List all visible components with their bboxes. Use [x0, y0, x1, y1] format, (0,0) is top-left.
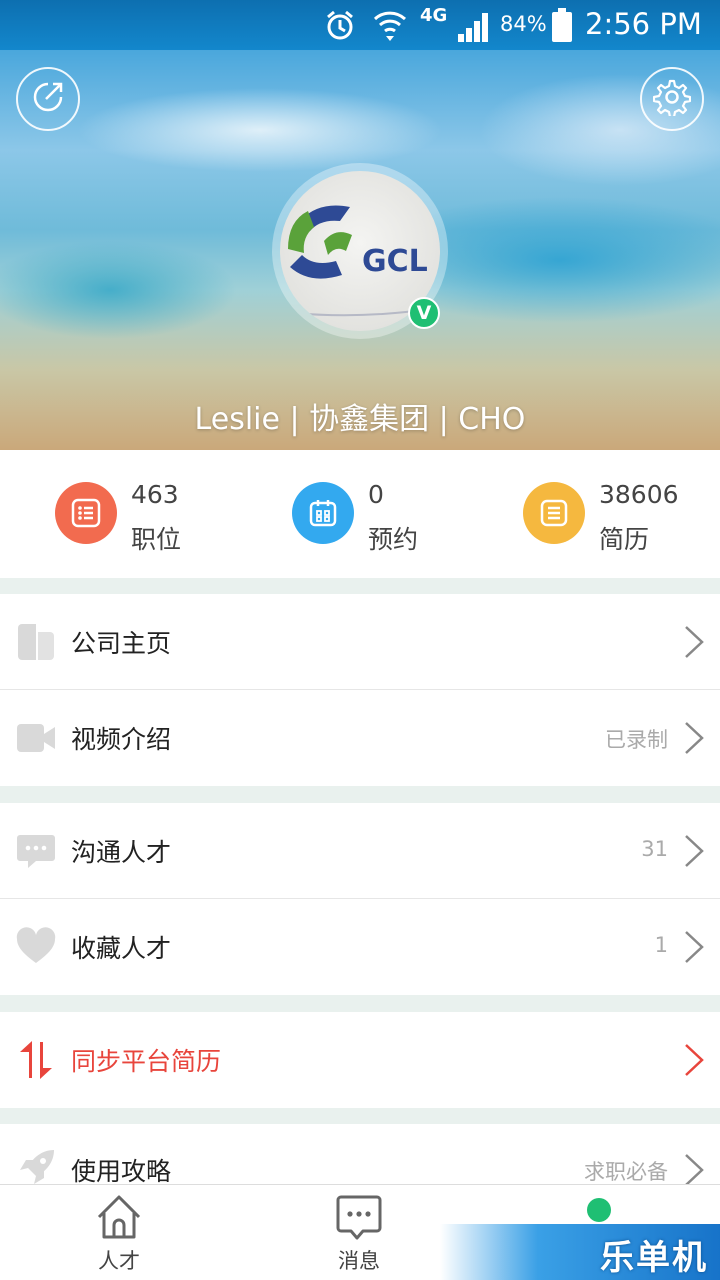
- chevron-right-icon: [682, 1042, 706, 1078]
- sync-arrows-icon: [16, 1040, 56, 1080]
- stat-resumes[interactable]: 38606 简历: [523, 478, 713, 558]
- chevron-right-icon: [682, 929, 706, 965]
- video-camera-icon: [16, 718, 56, 758]
- stat-positions[interactable]: 463 职位: [55, 478, 255, 558]
- row-count: 1: [654, 933, 668, 957]
- chevron-right-icon: [682, 624, 706, 660]
- menu-group-sync: 同步平台简历: [0, 1012, 720, 1108]
- stat-value: 463: [131, 480, 179, 509]
- row-label: 同步平台简历: [71, 1047, 222, 1076]
- signal-icon: [456, 10, 492, 42]
- stat-value: 0: [368, 480, 384, 509]
- profile-header: GCL V Leslie | 协鑫集团 | CHO: [0, 50, 720, 450]
- menu-company-home[interactable]: 公司主页: [0, 594, 720, 690]
- stat-label: 简历: [599, 525, 650, 554]
- battery-icon: [552, 8, 572, 42]
- network-type: 4G: [420, 5, 448, 26]
- row-label: 收藏人才: [71, 934, 172, 963]
- watermark-banner: 乐单机: [440, 1224, 720, 1280]
- row-count: 31: [641, 837, 668, 861]
- nav-label: 消息: [338, 1249, 380, 1273]
- nav-label: 人才: [98, 1249, 140, 1273]
- row-label: 沟通人才: [71, 838, 172, 867]
- menu-group-talent: 沟通人才 31 收藏人才 1: [0, 803, 720, 995]
- row-label: 使用攻略: [71, 1157, 172, 1184]
- calendar-icon: [292, 482, 354, 544]
- menu-group-company: 公司主页 视频介绍 已录制: [0, 594, 720, 786]
- rocket-icon: [16, 1148, 56, 1184]
- wifi-icon: [372, 8, 408, 42]
- nav-messages[interactable]: 消息: [299, 1191, 419, 1280]
- stat-appointments[interactable]: 0 预约: [292, 478, 492, 558]
- menu-group-guide: 使用攻略 求职必备: [0, 1124, 720, 1184]
- chat-bubble-icon: [16, 831, 56, 871]
- menu-sync-resume[interactable]: 同步平台简历: [0, 1012, 720, 1108]
- stat-label: 预约: [368, 525, 419, 554]
- chevron-right-icon: [682, 833, 706, 869]
- message-icon: [335, 1193, 383, 1241]
- verified-badge: V: [408, 297, 440, 329]
- logo-text: GCL: [362, 244, 428, 279]
- nav-talent[interactable]: 人才: [59, 1191, 179, 1280]
- share-button[interactable]: [16, 67, 80, 131]
- status-bar: 4G 84% 2:56 PM: [0, 0, 720, 50]
- row-status: 已录制: [605, 728, 668, 752]
- share-icon: [30, 79, 66, 119]
- row-status: 求职必备: [584, 1160, 668, 1184]
- settings-button[interactable]: [640, 67, 704, 131]
- watermark-text: 乐单机: [600, 1238, 708, 1278]
- menu-favorite-talent[interactable]: 收藏人才 1: [0, 899, 720, 995]
- chevron-right-icon: [682, 1152, 706, 1184]
- stats-panel: 463 职位 0 预约 38606 简历: [0, 450, 720, 578]
- clock: 2:56 PM: [585, 7, 702, 41]
- building-icon: [16, 622, 56, 662]
- chevron-right-icon: [682, 720, 706, 756]
- gear-icon: [652, 78, 692, 120]
- document-icon: [523, 482, 585, 544]
- menu-video-intro[interactable]: 视频介绍 已录制: [0, 690, 720, 786]
- battery-percent: 84%: [500, 12, 547, 36]
- heart-icon: [16, 927, 56, 967]
- stat-value: 38606: [599, 480, 679, 509]
- home-icon: [95, 1193, 143, 1241]
- profile-name: Leslie | 协鑫集团 | CHO: [194, 402, 526, 437]
- alarm-icon: [324, 9, 356, 41]
- menu-chat-talent[interactable]: 沟通人才 31: [0, 803, 720, 899]
- row-label: 视频介绍: [71, 725, 172, 754]
- stat-label: 职位: [131, 525, 182, 554]
- menu-guide[interactable]: 使用攻略 求职必备: [0, 1124, 720, 1184]
- list-icon: [55, 482, 117, 544]
- row-label: 公司主页: [71, 629, 172, 658]
